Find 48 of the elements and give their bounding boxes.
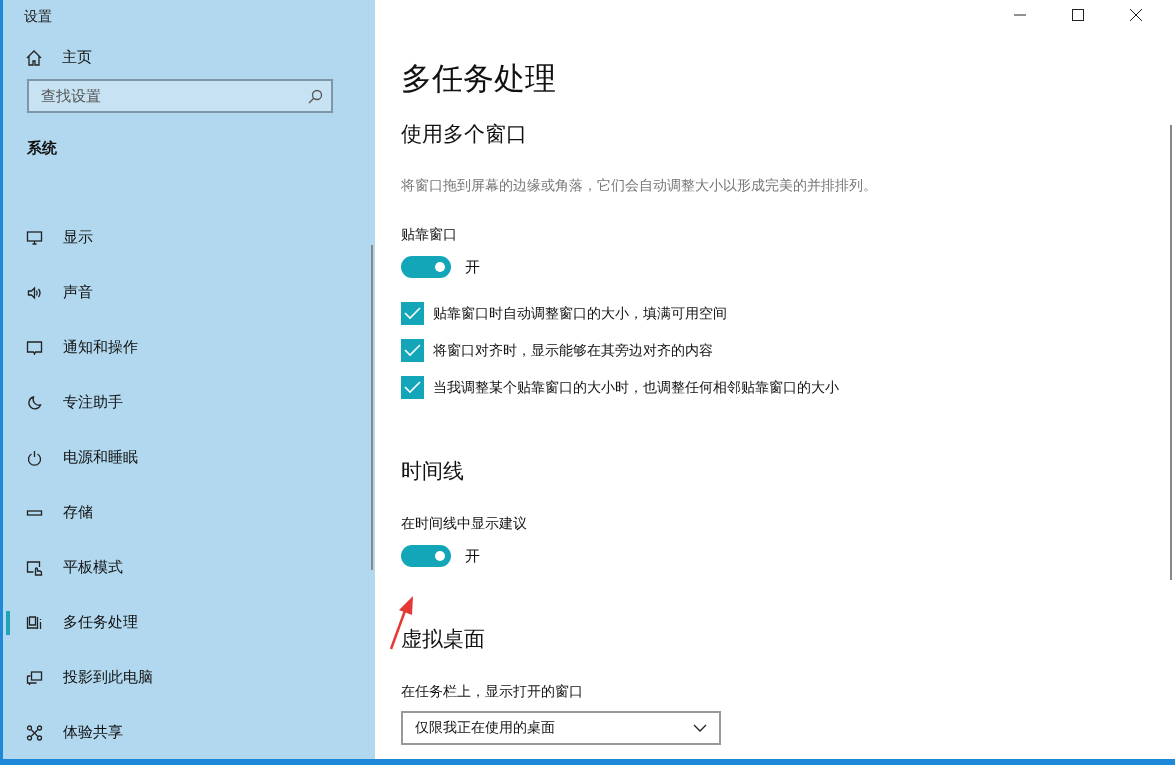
nav-item[interactable]: 显示: [3, 210, 375, 265]
nav-item[interactable]: 体验共享: [3, 705, 375, 759]
search-icon: [308, 89, 323, 104]
close-icon: [1130, 9, 1142, 21]
minimize-icon: [1014, 14, 1026, 16]
toggle-state-text: 开: [465, 257, 480, 277]
message-icon: [26, 339, 43, 356]
setting-label: 在时间线中显示建议: [401, 515, 528, 533]
description-text: 将窗口拖到屏幕的边缘或角落，它们会自动调整大小以形成完美的并排排列。: [401, 176, 878, 195]
checkbox[interactable]: [401, 339, 424, 362]
setting-label: 贴靠窗口: [401, 226, 458, 244]
checkbox-label: 当我调整某个贴靠窗口的大小时，也调整任何相邻贴靠窗口的大小: [433, 378, 839, 397]
nav-item[interactable]: 多任务处理: [3, 595, 375, 650]
page-title: 多任务处理: [401, 59, 557, 98]
section-heading: 系统: [27, 139, 58, 158]
window-title: 设置: [23, 7, 53, 26]
nav-item[interactable]: 平板模式: [3, 540, 375, 595]
speaker-icon: [26, 284, 43, 301]
checkbox-label: 将窗口对齐时，显示能够在其旁边对齐的内容: [433, 341, 713, 360]
section-heading: 虚拟桌面: [401, 626, 486, 653]
moon-icon: [26, 394, 43, 411]
share-icon: [26, 724, 43, 741]
checkbox[interactable]: [401, 376, 424, 399]
nav-item[interactable]: 存储: [3, 485, 375, 540]
nav-item[interactable]: 投影到此电脑: [3, 650, 375, 705]
power-icon: [26, 449, 43, 466]
home-icon: [26, 49, 42, 66]
tablet-icon: [26, 559, 43, 576]
multitask-icon: [26, 614, 43, 631]
chevron-down-icon: [693, 724, 707, 732]
nav-item[interactable]: 通知和操作: [3, 320, 375, 375]
display-icon: [26, 229, 43, 246]
section-heading: 使用多个窗口: [401, 121, 528, 148]
nav-item[interactable]: 声音: [3, 265, 375, 320]
dropdown[interactable]: 仅限我正在使用的桌面: [401, 711, 721, 745]
section-heading: 时间线: [401, 458, 465, 485]
maximize-icon: [1072, 9, 1084, 21]
search-field[interactable]: 查找设置: [27, 79, 333, 113]
setting-label: 在任务栏上，显示打开的窗口: [401, 683, 584, 701]
toggle-switch[interactable]: [401, 545, 451, 567]
nav-item[interactable]: 电源和睡眠: [3, 430, 375, 485]
project-icon: [26, 669, 43, 686]
checkbox[interactable]: [401, 302, 424, 325]
home-link[interactable]: 主页: [26, 48, 375, 67]
nav-item[interactable]: 专注助手: [3, 375, 375, 430]
toggle-switch[interactable]: [401, 256, 451, 278]
checkbox-label: 贴靠窗口时自动调整窗口的大小，填满可用空间: [433, 304, 727, 323]
toggle-state-text: 开: [465, 546, 480, 566]
